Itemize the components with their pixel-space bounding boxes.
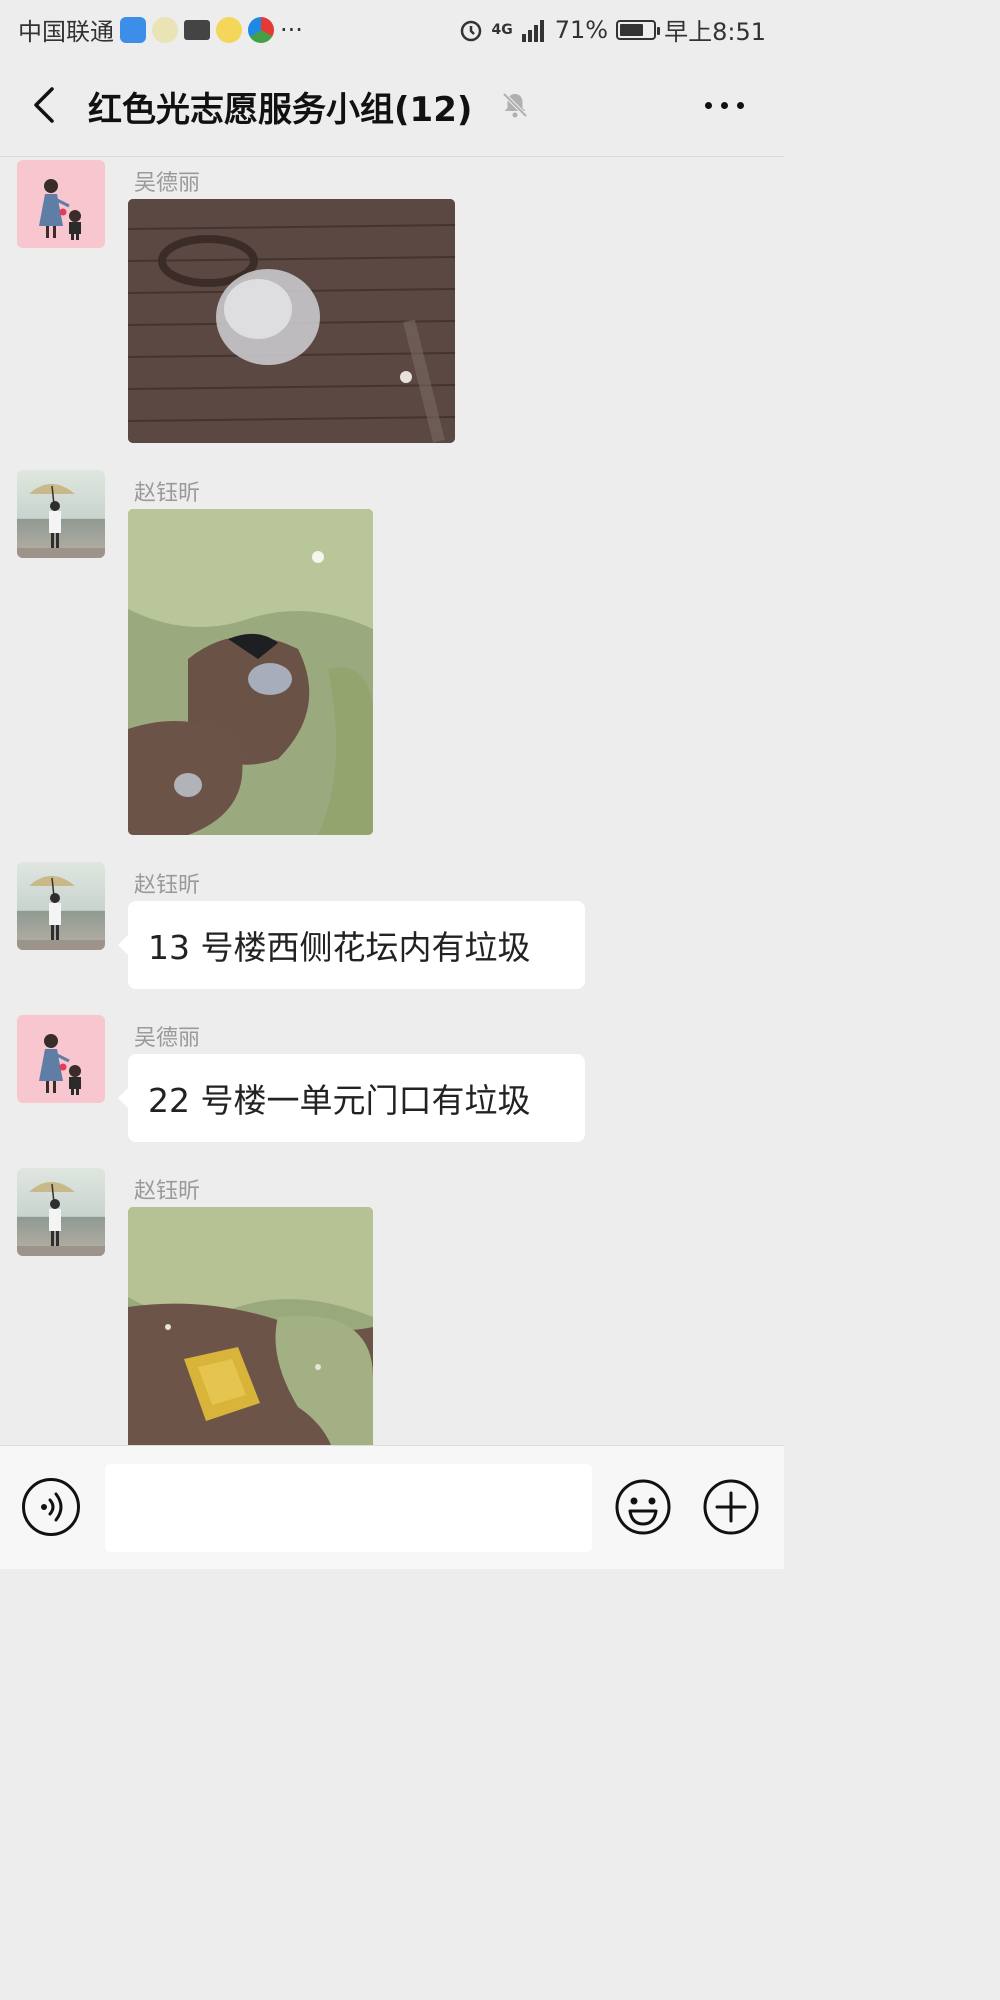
avatar-person-umbrella-icon [17, 1182, 105, 1256]
trash-on-pavement-image [128, 199, 455, 443]
status-bar: 中国联通 ··· 4G 71% 早上8:51 [0, 0, 784, 54]
back-button[interactable] [22, 80, 66, 130]
avatar[interactable] [17, 1015, 105, 1103]
sender-name: 吴德丽 [134, 1026, 201, 1051]
emoji-icon [615, 1479, 671, 1535]
more-notifications-icon: ··· [280, 15, 303, 44]
browser-icon [248, 16, 274, 43]
alarm-icon [460, 20, 481, 41]
more-dot [736, 101, 744, 109]
sender-name: 赵钰昕 [134, 1179, 201, 1204]
carrier-name: 中国联通 [18, 18, 114, 46]
shrubs-with-yellow-bag-image [128, 1207, 373, 1445]
image-message[interactable] [128, 1207, 373, 1445]
status-bar-left: 中国联通 ··· [18, 12, 303, 47]
avatar[interactable] [17, 1168, 105, 1256]
avatar-person-umbrella-icon [17, 484, 105, 558]
muted-bell-icon [502, 92, 528, 118]
chat-header: 红色光志愿服务小组(12) [0, 54, 784, 157]
more-dot [704, 101, 712, 109]
voice-icon [41, 1492, 63, 1522]
emoji-button[interactable] [614, 1478, 672, 1536]
sender-name: 吴德丽 [134, 171, 201, 196]
back-arrow-icon [34, 87, 54, 123]
network-type: 4G [491, 21, 513, 38]
battery-icon [616, 19, 661, 40]
clock: 早上8:51 [664, 18, 766, 46]
avatar[interactable] [17, 160, 105, 248]
cloud-app-icon [120, 16, 146, 43]
shrubs-with-litter-image [128, 509, 373, 835]
battery-percent: 71% [554, 15, 609, 44]
avatar[interactable] [17, 862, 105, 950]
qq-icon [216, 16, 242, 43]
app-badge-icon [152, 16, 178, 43]
signal-icon [521, 19, 544, 42]
plus-icon [703, 1479, 759, 1535]
voice-button[interactable] [22, 1478, 80, 1536]
chat-title: 红色光志愿服务小组(12) [88, 90, 473, 130]
avatar-person-umbrella-icon [17, 876, 105, 950]
text-message-bubble[interactable]: 22 号楼一单元门口有垃圾 [118, 1054, 585, 1142]
more-dot [720, 101, 728, 109]
input-bar [0, 1445, 784, 1569]
sender-name: 赵钰昕 [134, 481, 201, 506]
image-message[interactable] [128, 199, 455, 443]
more-icon[interactable] [694, 88, 754, 122]
status-bar-right: 4G 71% 早上8:51 [458, 12, 766, 47]
text-message-bubble[interactable]: 13 号楼西侧花坛内有垃圾 [118, 901, 585, 989]
more-functions-button[interactable] [702, 1478, 760, 1536]
avatar[interactable] [17, 470, 105, 558]
message-input[interactable] [105, 1464, 592, 1552]
message-list[interactable]: 吴德丽 赵钰昕 赵钰昕 13 号楼西侧花坛内有垃圾 吴德丽 22 号楼一单元门口… [0, 157, 784, 1445]
battery-level-fill [620, 23, 644, 36]
mail-icon [184, 19, 210, 40]
sender-name: 赵钰昕 [134, 873, 201, 898]
avatar-woman-child-icon [39, 1034, 81, 1095]
image-message[interactable] [128, 509, 373, 835]
avatar-woman-child-icon [39, 179, 81, 240]
